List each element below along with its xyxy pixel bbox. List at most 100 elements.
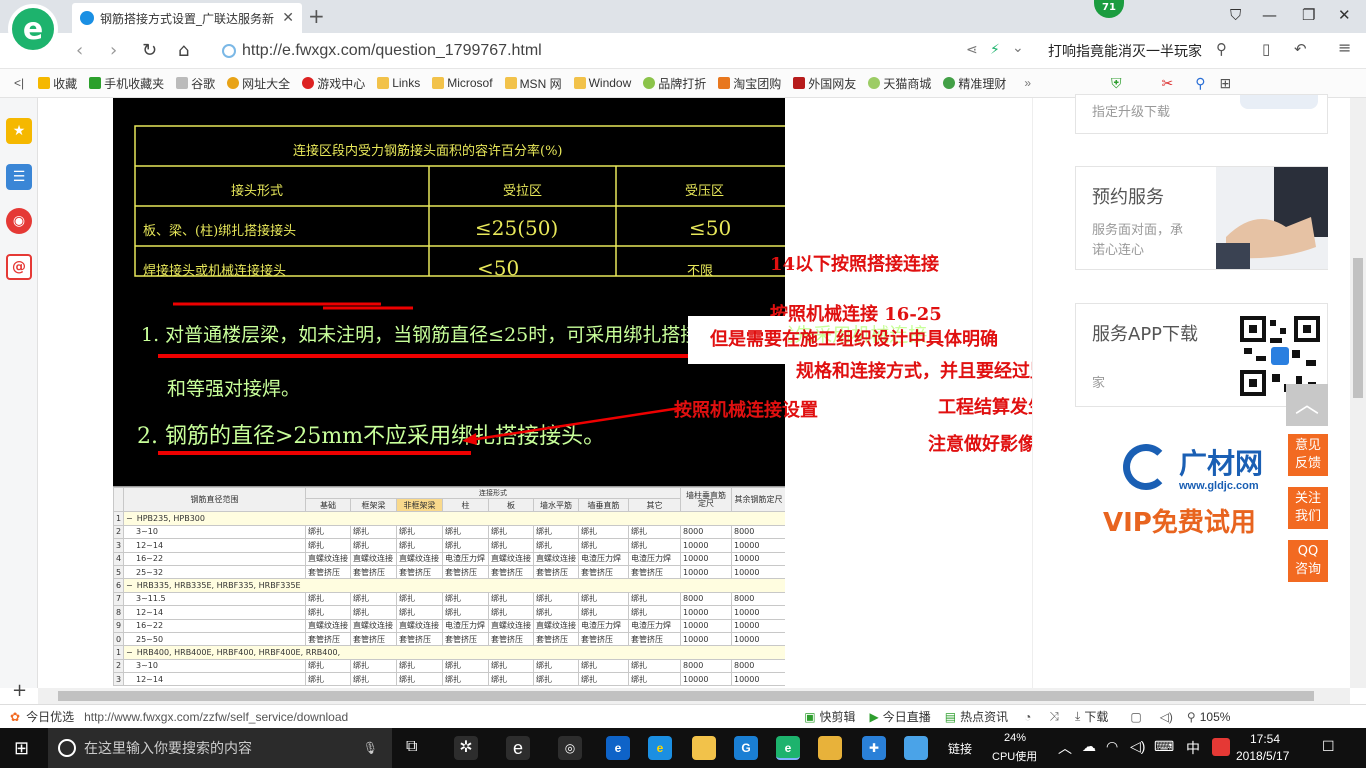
setting-cell[interactable]: 绑扎 — [396, 672, 443, 687]
cortana-app-icon[interactable]: ◎ — [558, 736, 582, 760]
diameter-range-cell[interactable]: 3~10 — [123, 658, 306, 674]
vertical-scroll-thumb[interactable] — [1353, 258, 1363, 398]
setting-cell[interactable]: 绑扎 — [488, 658, 534, 674]
shirt-icon[interactable]: ⛉ — [1230, 6, 1241, 24]
bookmark-item[interactable]: 淘宝团购 — [718, 75, 781, 92]
speedometer-icon[interactable]: ◔ — [1024, 710, 1031, 724]
setting-cell[interactable]: 绑扎 — [442, 658, 489, 674]
back-icon[interactable]: ‹ — [76, 40, 83, 61]
table-row[interactable]: 0 25~50 套管挤压 套管挤压 套管挤压 套管挤压 套管挤压 套管挤压 套管挤压 套管挤压 10… — [113, 631, 785, 647]
wifi-icon[interactable]: ◠ — [1106, 738, 1118, 755]
setting-cell[interactable]: 10000 — [731, 551, 785, 566]
live-link[interactable]: 今日直播 — [883, 708, 931, 725]
setting-cell[interactable]: 绑扎 — [628, 591, 681, 607]
volume-icon[interactable]: ◁) — [1130, 738, 1145, 755]
keyboard-icon[interactable]: ⌨ — [1154, 738, 1174, 755]
table-row[interactable]: 4 16~22 直螺纹连接 直螺纹连接 直螺纹连接 电渣压力焊 直螺纹连接 直螺纹连接 电渣压力… — [113, 551, 785, 566]
bookmark-item[interactable]: Links — [377, 76, 420, 90]
vertical-scrollbar[interactable] — [1350, 98, 1366, 688]
new-tab-button[interactable]: + — [308, 4, 325, 28]
weibo-icon[interactable]: ◉ — [6, 208, 32, 234]
setting-cell[interactable]: 8000 — [680, 658, 732, 674]
setting-cell[interactable]: 绑扎 — [488, 672, 534, 687]
clock-date[interactable]: 2018/5/17 — [1236, 749, 1289, 763]
bookmark-item[interactable]: 游戏中心 — [302, 75, 365, 92]
zoom-level[interactable]: 105% — [1200, 710, 1231, 724]
setting-cell[interactable]: 10000 — [731, 605, 785, 620]
minimize-icon[interactable]: — — [1262, 6, 1277, 24]
setting-cell[interactable]: 套管挤压 — [442, 564, 489, 580]
qq-consult-button[interactable]: QQ咨询 — [1288, 540, 1328, 582]
chevron-down-icon[interactable]: ⌄ — [1012, 40, 1024, 56]
close-tab-icon[interactable]: ✕ — [282, 10, 294, 26]
group-label-cell[interactable]: − HPB235, HPB300 — [123, 511, 785, 526]
bookmark-item[interactable]: 网址大全 — [227, 75, 290, 92]
setting-cell[interactable]: 绑扎 — [533, 658, 579, 674]
ie-old-icon[interactable]: e — [506, 736, 530, 760]
shield-icon[interactable]: ⛨ — [1111, 75, 1122, 92]
browser-tab[interactable]: 钢筋搭接方式设置_广联达服务新 ✕ — [72, 3, 302, 33]
setting-cell[interactable]: 套管挤压 — [396, 631, 443, 647]
setting-cell[interactable]: 直螺纹连接 — [396, 618, 443, 633]
table-row[interactable]: 3 12~14 绑扎 绑扎 绑扎 绑扎 绑扎 绑扎 绑扎 绑扎 10000 10000 — [113, 672, 785, 687]
group-label-cell[interactable]: − HRB335, HRB335E, HRBF335, HRBF335E — [123, 578, 785, 593]
setting-cell[interactable]: 套管挤压 — [396, 564, 443, 580]
setting-cell[interactable]: 绑扎 — [442, 591, 489, 607]
diameter-range-cell[interactable]: 25~50 — [123, 631, 306, 647]
reader-icon[interactable]: ☰ — [6, 164, 32, 190]
refresh-icon[interactable]: ↻ — [142, 40, 157, 61]
setting-cell[interactable]: 绑扎 — [396, 538, 443, 553]
speed-icon[interactable]: ⚡ — [990, 42, 1000, 58]
action-center-icon[interactable]: ☐ — [1322, 738, 1335, 755]
setting-cell[interactable]: 绑扎 — [578, 672, 629, 687]
setting-cell[interactable]: 直螺纹连接 — [488, 618, 534, 633]
setting-cell[interactable]: 电渣压力焊 — [578, 618, 629, 633]
bookmark-item[interactable]: 手机收藏夹 — [89, 75, 164, 92]
setting-cell[interactable]: 绑扎 — [628, 658, 681, 674]
taskbar-search-box[interactable]: 在这里输入你要搜索的内容 🎙 — [48, 728, 392, 768]
restore-icon[interactable]: ❐ — [1302, 6, 1315, 24]
link-label[interactable]: 链接 — [948, 740, 972, 757]
setting-cell[interactable]: 绑扎 — [488, 605, 534, 620]
table-row[interactable]: 8 12~14 绑扎 绑扎 绑扎 绑扎 绑扎 绑扎 绑扎 绑扎 10000 10000 — [113, 605, 785, 620]
setting-cell[interactable]: 套管挤压 — [350, 631, 397, 647]
setting-cell[interactable]: 10000 — [731, 538, 785, 553]
zoom-icon[interactable]: ⚲ — [1187, 710, 1196, 724]
appointment-card[interactable]: 预约服务 服务面对面，承 诺心连心 — [1075, 166, 1328, 270]
follow-us-button[interactable]: 关注我们 — [1288, 487, 1328, 529]
bookmark-item[interactable]: 品牌打折 — [643, 75, 706, 92]
diameter-range-cell[interactable]: 16~22 — [123, 618, 306, 633]
magnifier-icon[interactable]: ⚲ — [1195, 75, 1205, 92]
setting-cell[interactable]: 10000 — [680, 605, 732, 620]
setting-cell[interactable]: 套管挤压 — [350, 564, 397, 580]
setting-cell[interactable]: 直螺纹连接 — [350, 618, 397, 633]
bookmark-item[interactable]: 收藏 — [38, 75, 77, 92]
setting-cell[interactable]: 套管挤压 — [442, 631, 489, 647]
horizontal-scroll-thumb[interactable] — [58, 691, 1314, 701]
setting-cell[interactable]: 套管挤压 — [578, 631, 629, 647]
setting-cell[interactable]: 绑扎 — [442, 524, 489, 540]
fan-app-icon[interactable]: ✲ — [454, 736, 478, 760]
connect-app-icon[interactable]: ✚ — [862, 736, 886, 760]
forward-icon[interactable]: › — [110, 40, 117, 61]
table-row[interactable]: 3 12~14 绑扎 绑扎 绑扎 绑扎 绑扎 绑扎 绑扎 绑扎 10000 10000 — [113, 538, 785, 553]
setting-cell[interactable]: 绑扎 — [442, 672, 489, 687]
table-row[interactable]: 1− HPB235, HPB300 — [113, 511, 785, 526]
group-label-cell[interactable]: − HRB400, HRB400E, HRBF400, HRBF400E, RRB… — [123, 645, 785, 660]
add-icon[interactable]: + — [12, 680, 27, 701]
table-row[interactable]: 2 3~10 绑扎 绑扎 绑扎 绑扎 绑扎 绑扎 绑扎 绑扎 8000 8000 — [113, 658, 785, 674]
email-icon[interactable]: @ — [6, 254, 32, 280]
setting-cell[interactable]: 绑扎 — [628, 605, 681, 620]
setting-cell[interactable]: 10000 — [680, 551, 732, 566]
bookmark-item[interactable]: Window — [573, 76, 631, 90]
edge-icon[interactable]: e — [606, 736, 630, 760]
diameter-range-cell[interactable]: 3~10 — [123, 524, 306, 540]
file-explorer-icon[interactable] — [692, 736, 716, 760]
setting-cell[interactable]: 直螺纹连接 — [396, 551, 443, 566]
setting-cell[interactable]: 直螺纹连接 — [533, 551, 579, 566]
mobile-icon[interactable]: ▯ — [1262, 40, 1270, 58]
today-picks-link[interactable]: 今日优选 — [26, 708, 74, 725]
microphone-icon[interactable]: 🎙 — [363, 741, 378, 755]
setting-cell[interactable]: 绑扎 — [442, 605, 489, 620]
setting-cell[interactable]: 套管挤压 — [488, 631, 534, 647]
